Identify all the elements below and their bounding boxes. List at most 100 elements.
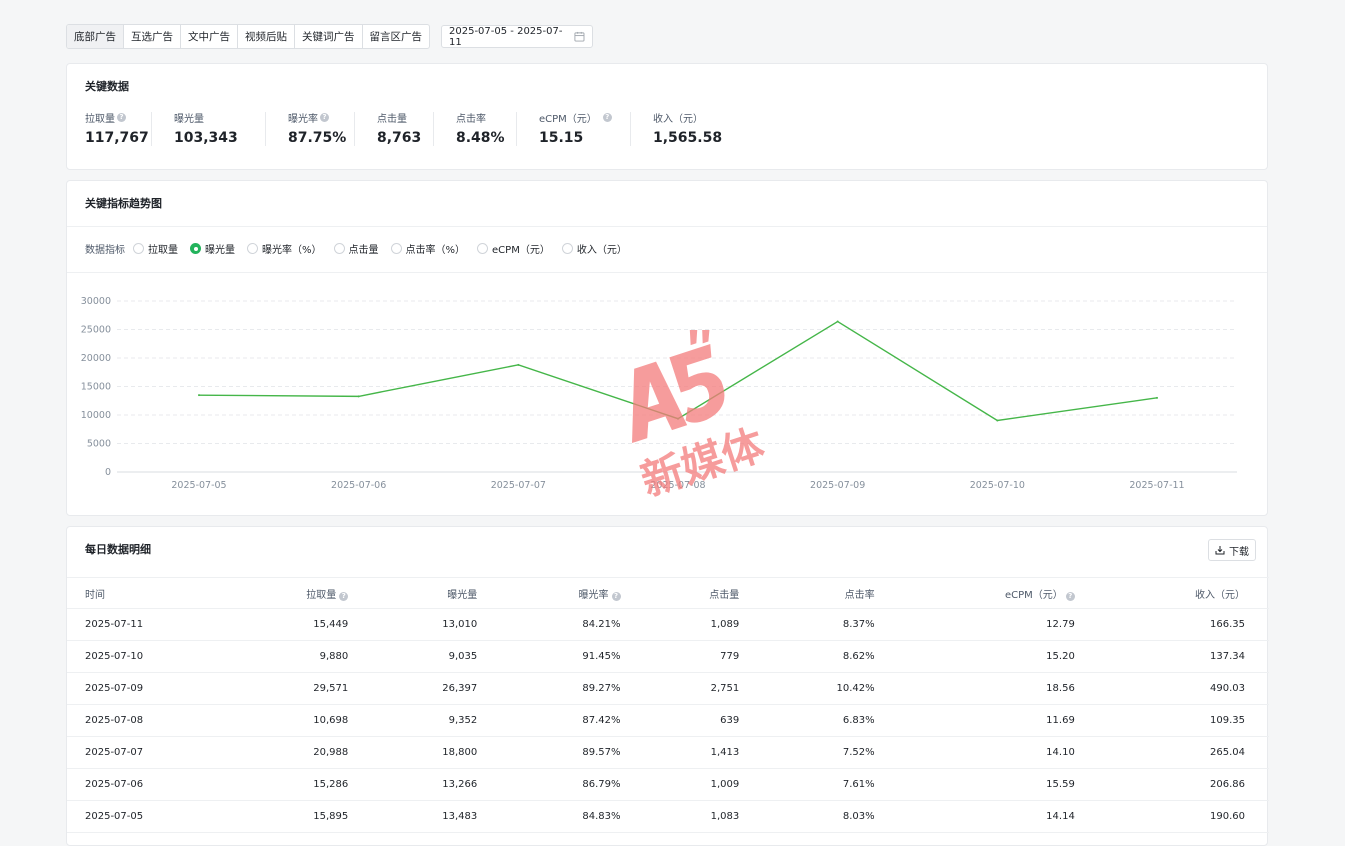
help-icon[interactable]: ?	[339, 591, 349, 601]
help-icon[interactable]: ?	[611, 591, 621, 601]
metric-label: 曝光率	[288, 113, 318, 125]
col-pull: 拉取量?	[219, 577, 363, 609]
x-tick-label: 2025-07-05	[171, 480, 226, 491]
help-icon[interactable]: ?	[320, 112, 329, 122]
metric-value: 8.48%	[456, 130, 505, 146]
table-cell: 2025-07-09	[67, 672, 219, 705]
metric-value: 87.75%	[288, 130, 347, 146]
divider	[67, 226, 1267, 227]
table-cell: 89.27%	[491, 672, 635, 705]
table-row: 2025-07-06 15,286 13,266 86.79% 1,009 7.61% 15…	[67, 768, 1269, 801]
table-cell: 8.37%	[753, 608, 889, 641]
help-icon[interactable]: ?	[602, 112, 612, 122]
table-cell: 166.35	[1088, 608, 1269, 641]
table-cell: 84.83%	[491, 800, 635, 833]
table-cell: 89.57%	[491, 736, 635, 769]
key-data-title: 关键数据	[85, 80, 129, 93]
y-tick-label: 10000	[81, 410, 111, 421]
table-cell: 8.62%	[753, 640, 889, 673]
x-tick-label: 2025-07-08	[650, 480, 705, 491]
tab-keyword-ad[interactable]: 关键词广告	[295, 25, 363, 48]
table-cell: 10.42%	[753, 672, 889, 705]
table-cell: 7.61%	[753, 768, 889, 801]
radio-circle-selected	[190, 243, 201, 254]
table-cell: 7.52%	[753, 736, 889, 769]
radio-exposure-rate[interactable]: 曝光率（%）	[247, 241, 322, 256]
radio-revenue[interactable]: 收入（元）	[561, 241, 627, 256]
metric-label: 点击量	[377, 113, 407, 125]
table-cell: 15,895	[219, 800, 363, 833]
x-tick-label: 2025-07-07	[491, 480, 546, 491]
col-ctr: 点击率	[753, 577, 889, 609]
tab-mutual-ad[interactable]: 互选广告	[124, 25, 181, 48]
radio-circle	[561, 243, 573, 254]
radio-ecpm[interactable]: eCPM（元）	[477, 241, 550, 256]
key-data-card: 关键数据 拉取量? 117,767 曝光量 103,343 曝光率? 87.75…	[66, 63, 1268, 170]
radio-circle	[333, 243, 345, 254]
data-point	[677, 417, 679, 420]
daily-table: 时间 拉取量? 曝光量 曝光率? 点击量 点击率 eCPM（元）? 收入（元） …	[67, 577, 1269, 833]
table-row: 2025-07-11 15,449 13,010 84.21% 1,089 8.37% 12…	[67, 608, 1269, 641]
table-cell: 91.45%	[491, 640, 635, 673]
data-point	[836, 320, 839, 323]
radio-clicks[interactable]: 点击量	[333, 241, 379, 256]
help-icon[interactable]: ?	[1065, 591, 1075, 601]
table-header-row: 时间 拉取量? 曝光量 曝光率? 点击量 点击率 eCPM（元）? 收入（元）	[67, 577, 1269, 609]
table-cell: 2025-07-10	[67, 640, 219, 673]
table-cell: 639	[634, 704, 754, 737]
radio-circle	[477, 243, 489, 254]
table-cell: 2,751	[634, 672, 754, 705]
metric-label: 曝光量	[174, 113, 204, 125]
daily-detail-card: 每日数据明细 下载 时间 拉取量? 曝光量 曝光率? 点击量 点击率 eCPM（…	[66, 526, 1269, 846]
table-cell: 9,035	[362, 640, 492, 673]
radio-circle	[133, 243, 144, 254]
metric-value: 15.15	[539, 130, 584, 146]
radio-label: 拉取量	[148, 245, 178, 256]
metric-value: 117,767	[85, 130, 149, 146]
radio-label: 收入（元）	[576, 245, 627, 256]
metric-label: 点击率	[456, 113, 486, 125]
y-tick-label: 20000	[81, 353, 111, 364]
table-cell: 29,571	[219, 672, 363, 705]
radio-pull[interactable]: 拉取量	[133, 241, 178, 256]
table-cell: 18,800	[362, 736, 492, 769]
radio-exposure[interactable]: 曝光量	[190, 241, 235, 256]
table-cell: 13,010	[362, 608, 492, 641]
table-cell: 137.34	[1088, 640, 1269, 673]
metric-ecpm: eCPM（元）? 15.15	[517, 110, 631, 146]
table-cell: 15.59	[888, 768, 1089, 801]
table-cell: 15,286	[219, 768, 363, 801]
trend-title: 关键指标趋势图	[85, 197, 162, 210]
table-cell: 12.79	[888, 608, 1089, 641]
col-exposure-rate: 曝光率?	[491, 577, 635, 609]
x-tick-label: 2025-07-10	[970, 480, 1025, 491]
data-point	[517, 363, 520, 366]
tab-video-post-ad[interactable]: 视频后贴	[238, 25, 295, 48]
series-line	[198, 320, 1158, 422]
x-tick-label: 2025-07-06	[331, 480, 386, 491]
table-cell: 9,880	[219, 640, 363, 673]
radio-circle	[247, 243, 258, 254]
metric-value: 1,565.58	[653, 130, 723, 146]
table-cell: 2025-07-08	[67, 704, 219, 737]
help-icon[interactable]: ?	[117, 112, 126, 122]
table-cell: 87.42%	[491, 704, 635, 737]
tab-in-article-ad[interactable]: 文中广告	[181, 25, 238, 48]
table-cell: 10,698	[219, 704, 363, 737]
radio-label: 点击量	[348, 245, 379, 256]
date-range-picker[interactable]: 2025-07-05 - 2025-07-11	[441, 25, 593, 48]
radio-ctr[interactable]: 点击率（%）	[390, 241, 465, 256]
tab-comment-ad[interactable]: 留言区广告	[363, 25, 430, 48]
table-cell: 15.20	[888, 640, 1089, 673]
table-cell: 84.21%	[491, 608, 635, 641]
table-cell: 13,266	[362, 768, 492, 801]
radio-circle	[390, 243, 402, 254]
table-cell: 2025-07-11	[67, 608, 219, 641]
trend-line-chart: 30000 25000 20000 15000 10000 5000 0 2025-07-05…	[81, 296, 1237, 491]
table-cell: 109.35	[1088, 704, 1269, 737]
table-cell: 490.03	[1088, 672, 1269, 705]
table-cell: 2025-07-05	[67, 800, 219, 833]
table-cell: 86.79%	[491, 768, 635, 801]
tab-bottom-ad[interactable]: 底部广告	[67, 25, 124, 48]
download-button[interactable]: 下载	[1208, 539, 1256, 561]
